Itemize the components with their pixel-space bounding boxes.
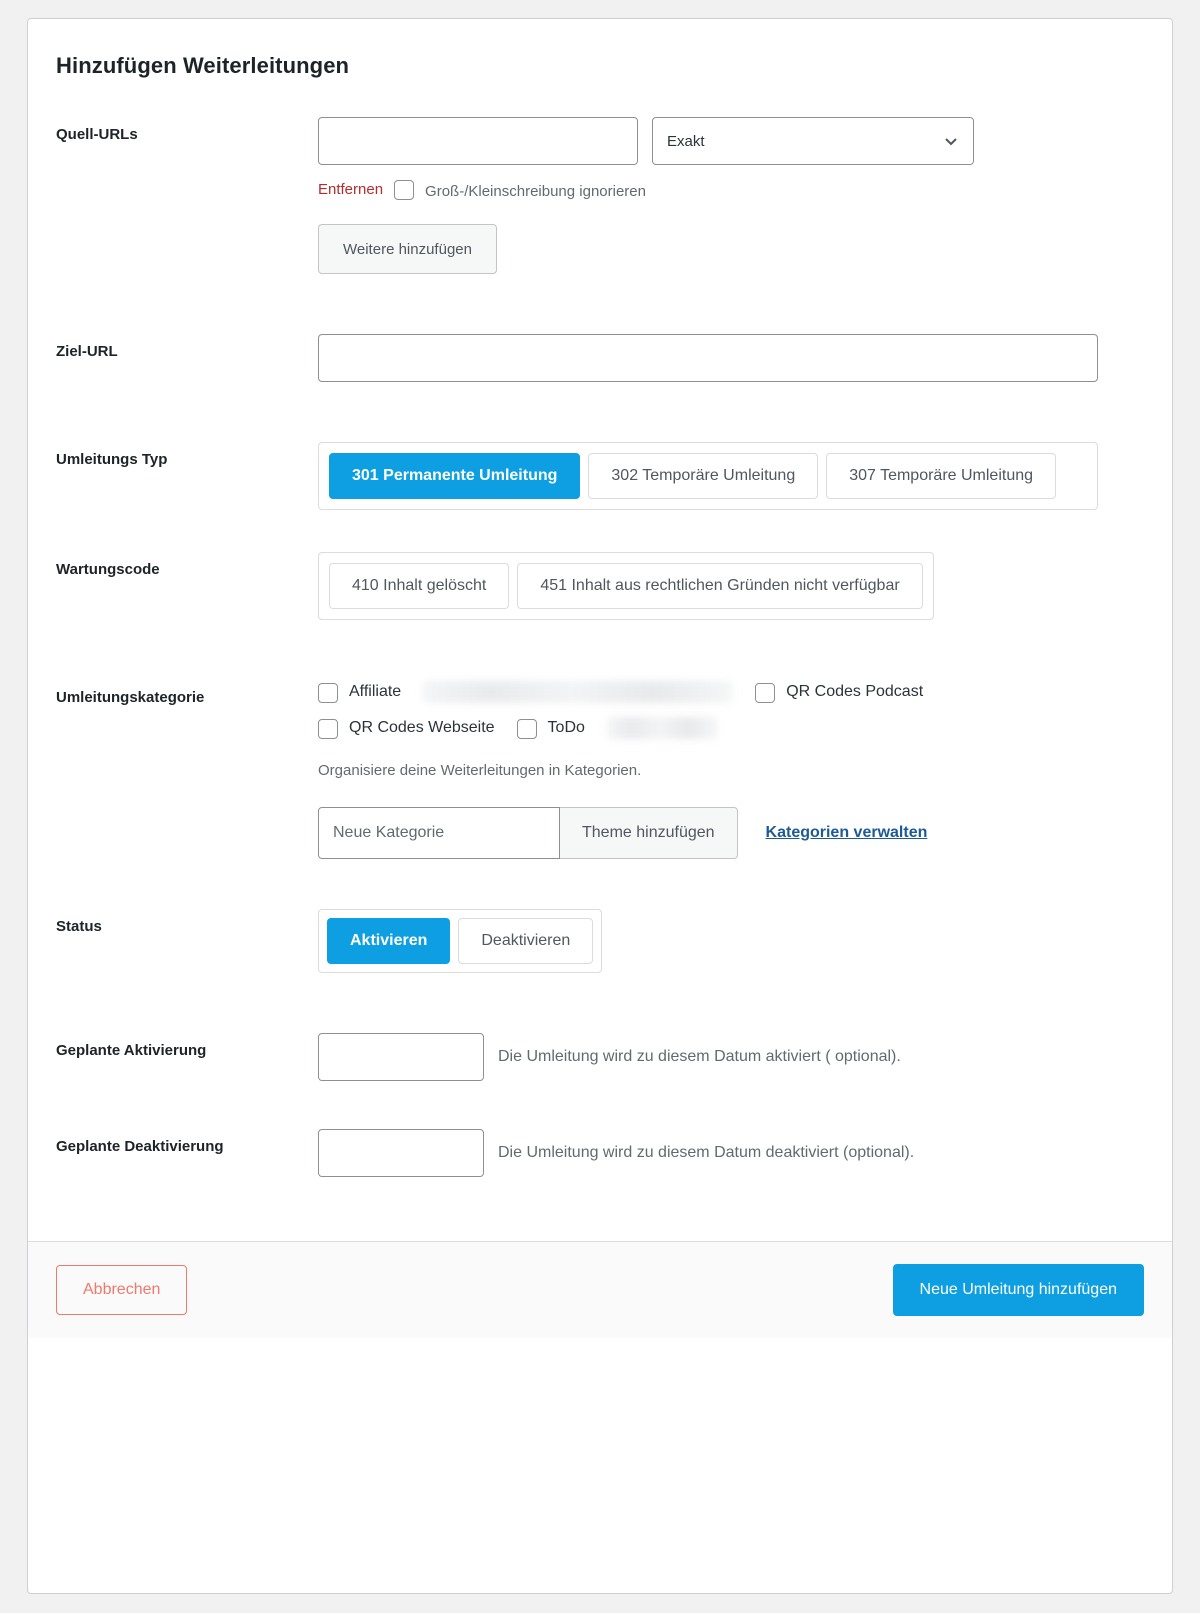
redacted-category-block (423, 681, 734, 703)
redacted-category-block (606, 717, 717, 739)
scheduled-activation-control: Die Umleitung wird zu diesem Datum aktiv… (318, 1033, 1144, 1081)
page-title: Hinzufügen Weiterleitungen (56, 53, 350, 78)
redirect-type-option-307[interactable]: 307 Temporäre Umleitung (826, 453, 1057, 499)
redirect-type-option-302[interactable]: 302 Temporäre Umleitung (588, 453, 819, 499)
match-type-select[interactable]: Exakt (652, 117, 974, 165)
category-item-qr-codes-webseite[interactable]: QR Codes Webseite (318, 716, 495, 740)
category-item-redacted-1[interactable] (423, 680, 734, 704)
category-item-label: ToDo (547, 719, 585, 736)
maintenance-code-option-410[interactable]: 410 Inhalt gelöscht (329, 563, 510, 609)
target-url-label: Ziel-URL (56, 343, 118, 360)
category-item-label: QR Codes Podcast (786, 683, 924, 700)
category-item-redacted-2[interactable] (606, 716, 717, 740)
status-group: Aktivieren Deaktivieren (318, 909, 603, 973)
add-redirect-card: Hinzufügen Weiterleitungen Quell-URLs Ex… (27, 18, 1173, 1594)
category-item-affiliate[interactable]: Affiliate (318, 680, 401, 704)
new-category-input[interactable]: Neue Kategorie (318, 807, 560, 859)
chevron-down-icon (943, 133, 959, 149)
category-checkbox-qr-codes-podcast[interactable] (755, 682, 776, 703)
remove-source-url-link[interactable]: Entfernen (318, 179, 383, 201)
maintenance-code-option-451[interactable]: 451 Inhalt aus rechtlichen Gründen nicht… (517, 563, 923, 609)
match-type-value: Exakt (667, 132, 705, 150)
scheduled-activation-note: Die Umleitung wird zu diesem Datum aktiv… (498, 1048, 901, 1065)
source-url-input[interactable] (318, 117, 638, 165)
category-help-text: Organisiere deine Weiterleitungen in Kat… (318, 762, 642, 779)
target-url-control (318, 334, 1144, 382)
category-item-qr-codes-podcast[interactable]: QR Codes Podcast (755, 680, 923, 704)
category-item-todo[interactable]: ToDo (516, 716, 585, 740)
category-checkbox-todo[interactable] (516, 718, 537, 739)
field-row-target-url: Ziel-URL (56, 334, 1144, 382)
submit-add-redirect-button[interactable]: Neue Umleitung hinzufügen (892, 1264, 1144, 1316)
field-row-status: Status Aktivieren Deaktivieren (56, 909, 1144, 973)
field-row-scheduled-deactivation: Geplante Deaktivierung Die Umleitung wir… (56, 1129, 1144, 1177)
source-urls-label: Quell-URLs (56, 126, 138, 143)
maintenance-code-group: 410 Inhalt gelöscht 451 Inhalt aus recht… (318, 552, 934, 620)
scheduled-deactivation-row: Die Umleitung wird zu diesem Datum deakt… (318, 1129, 1144, 1177)
field-row-category: Umleitungskategorie Affiliate QR Codes P… (56, 680, 1144, 859)
card-footer: Abbrechen Neue Umleitung hinzufügen (28, 1241, 1172, 1338)
status-control: Aktivieren Deaktivieren (318, 909, 1144, 973)
scheduled-deactivation-input[interactable] (318, 1129, 484, 1177)
scheduled-activation-row: Die Umleitung wird zu diesem Datum aktiv… (318, 1033, 1144, 1081)
maintenance-code-control: 410 Inhalt gelöscht 451 Inhalt aus recht… (318, 552, 1144, 620)
field-row-redirect-type: Umleitungs Typ 301 Permanente Umleitung … (56, 442, 1144, 510)
category-item-label: QR Codes Webseite (349, 719, 495, 736)
category-checkbox-grid: Affiliate QR Codes Podcast QR Codes Webs… (318, 680, 1038, 740)
scheduled-activation-label: Geplante Aktivierung (56, 1042, 207, 1059)
scheduled-deactivation-label: Geplante Deaktivierung (56, 1138, 224, 1155)
card-body: Hinzufügen Weiterleitungen Quell-URLs Ex… (28, 19, 1172, 1241)
source-urls-control: Exakt Entfernen Groß-/Kleinschreibung ig… (318, 117, 1144, 274)
category-control: Affiliate QR Codes Podcast QR Codes Webs… (318, 680, 1144, 859)
redirect-type-control: 301 Permanente Umleitung 302 Temporäre U… (318, 442, 1144, 510)
redirect-type-group: 301 Permanente Umleitung 302 Temporäre U… (318, 442, 1098, 510)
category-checkbox-affiliate[interactable] (318, 682, 338, 703)
status-option-deactivate[interactable]: Deaktivieren (458, 918, 594, 964)
category-label: Umleitungskategorie (56, 689, 205, 706)
maintenance-code-label: Wartungscode (56, 561, 160, 578)
scheduled-activation-input[interactable] (318, 1033, 484, 1081)
source-url-input-group: Exakt (318, 117, 1144, 165)
target-url-input[interactable] (318, 334, 1098, 382)
cancel-button[interactable]: Abbrechen (56, 1265, 188, 1315)
ignore-case-label: Groß-/Kleinschreibung ignorieren (425, 183, 646, 200)
redirect-type-label: Umleitungs Typ (56, 451, 168, 468)
redirect-type-option-301[interactable]: 301 Permanente Umleitung (329, 453, 581, 499)
field-row-maintenance-code: Wartungscode 410 Inhalt gelöscht 451 Inh… (56, 552, 1144, 620)
category-item-label: Affiliate (349, 683, 402, 700)
field-row-source-urls: Quell-URLs Exakt Entfernen Groß-/Kleinsc… (56, 117, 1144, 274)
page-root: Hinzufügen Weiterleitungen Quell-URLs Ex… (0, 0, 1200, 1613)
scheduled-deactivation-note: Die Umleitung wird zu diesem Datum deakt… (498, 1144, 915, 1161)
ignore-case-checkbox[interactable] (394, 180, 415, 200)
add-more-source-button[interactable]: Weitere hinzufügen (318, 224, 497, 274)
field-row-scheduled-activation: Geplante Aktivierung Die Umleitung wird … (56, 1033, 1144, 1081)
status-option-activate[interactable]: Aktivieren (327, 918, 451, 964)
add-theme-button[interactable]: Theme hinzufügen (560, 807, 738, 859)
status-label: Status (56, 918, 102, 935)
source-url-meta-row: Entfernen Groß-/Kleinschreibung ignorier… (318, 179, 708, 204)
scheduled-deactivation-control: Die Umleitung wird zu diesem Datum deakt… (318, 1129, 1144, 1177)
category-checkbox-qr-codes-webseite[interactable] (318, 718, 338, 739)
manage-categories-link[interactable]: Kategorien verwalten (766, 824, 928, 842)
category-actions: Neue Kategorie Theme hinzufügen Kategori… (318, 807, 1144, 859)
